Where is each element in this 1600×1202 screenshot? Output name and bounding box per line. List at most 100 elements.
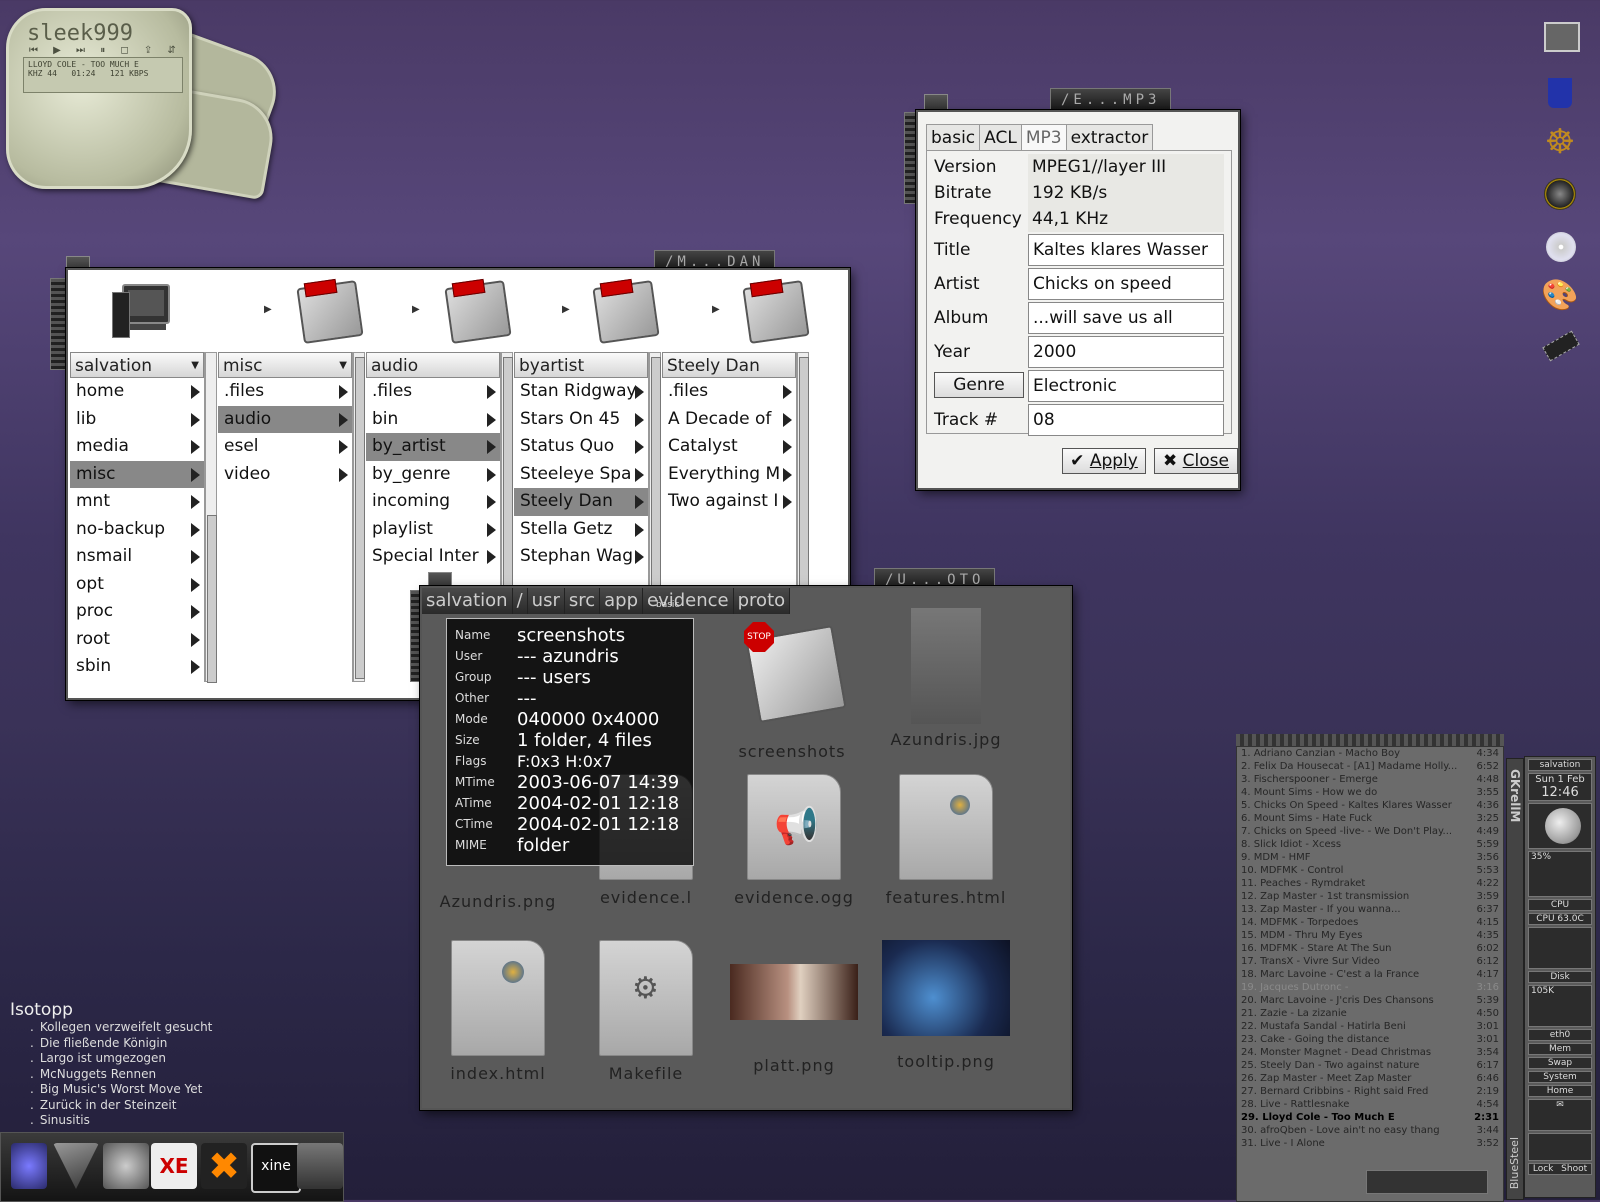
- column-item[interactable]: media: [70, 433, 204, 461]
- playlist-row[interactable]: 10. MDFMK - Control 5:53: [1237, 864, 1503, 877]
- playlist-row[interactable]: 26. Zap Master - Meet Zap Master 6:46: [1237, 1072, 1503, 1085]
- xine-icon[interactable]: xine: [251, 1143, 301, 1193]
- crumb[interactable]: salvation: [422, 588, 513, 614]
- column-scrollbar[interactable]: [205, 352, 217, 683]
- ship-wheel-icon[interactable]: ☸: [1540, 122, 1580, 162]
- playlist-row[interactable]: 23. Cake - Going the distance 3:01: [1237, 1033, 1503, 1046]
- playlist-row[interactable]: 20. Marc Lavoine - J'cris Des Chansons 5:…: [1237, 994, 1503, 1007]
- news-item[interactable]: Big Music's Worst Move Yet: [30, 1082, 212, 1098]
- column-item[interactable]: nsmail: [70, 543, 204, 571]
- album-field[interactable]: ...will save us all: [1028, 302, 1224, 334]
- column-header-dropdown[interactable]: salvation ▼: [70, 352, 204, 378]
- playlist-row[interactable]: 6. Mount Sims - Hate Fuck 3:25: [1237, 812, 1503, 825]
- tab-acl[interactable]: ACL: [979, 124, 1022, 151]
- chat-icon[interactable]: ✖: [201, 1143, 247, 1189]
- column-item[interactable]: home: [70, 378, 204, 406]
- column-item[interactable]: esel: [218, 433, 352, 461]
- playlist-row[interactable]: 2. Felix Da Housecat - [A1] Madame Holly…: [1237, 760, 1503, 773]
- playlist-row[interactable]: 19. Jacques Dutronc - 3:16: [1237, 981, 1503, 994]
- volume-meters[interactable]: [1528, 1133, 1592, 1161]
- crumb[interactable]: src: [564, 588, 601, 614]
- news-item[interactable]: McNuggets Rennen: [30, 1067, 212, 1083]
- file-item[interactable]: tooltip.png: [876, 940, 1016, 1071]
- playlist-row[interactable]: 5. Chicks On Speed - Kaltes Klares Wasse…: [1237, 799, 1503, 812]
- file-item[interactable]: ⚙ Makefile: [576, 940, 716, 1083]
- crumb[interactable]: usr: [527, 588, 565, 614]
- vim-icon[interactable]: [53, 1143, 99, 1189]
- column-item[interactable]: audio: [218, 405, 352, 433]
- playlist-row[interactable]: 28. Live - Rattlesnake 4:54: [1237, 1098, 1503, 1111]
- genre-field[interactable]: Electronic: [1028, 370, 1224, 402]
- column-item[interactable]: playlist: [366, 516, 500, 544]
- column-item[interactable]: Stella Getz: [514, 516, 648, 544]
- genre-button[interactable]: Genre: [934, 372, 1024, 398]
- folder-icon[interactable]: [742, 280, 810, 344]
- file-item[interactable]: 📢 evidence.ogg: [724, 774, 864, 907]
- folder-icon[interactable]: [592, 280, 660, 344]
- lock-button[interactable]: Lock: [1533, 1164, 1554, 1174]
- coffee-mug-icon[interactable]: [1540, 72, 1580, 112]
- column-item[interactable]: mnt: [70, 488, 204, 516]
- playlist-row[interactable]: 17. TransX - Vivre Sur Video 6:12: [1237, 955, 1503, 968]
- column-item[interactable]: Status Quo: [514, 433, 648, 461]
- column-item[interactable]: misc: [70, 460, 204, 488]
- news-item[interactable]: Sinusitis: [30, 1113, 212, 1129]
- column-item[interactable]: bin: [366, 406, 500, 434]
- year-field[interactable]: 2000: [1028, 336, 1224, 368]
- home-filesystem[interactable]: Home: [1528, 1085, 1592, 1097]
- monitor-icon[interactable]: [1540, 18, 1580, 58]
- column-item[interactable]: opt: [70, 571, 204, 599]
- gimp-icon[interactable]: [103, 1143, 149, 1189]
- track-field[interactable]: 08: [1028, 404, 1224, 436]
- playlist-row[interactable]: 11. Peaches - Rymdraket 4:22: [1237, 877, 1503, 890]
- playlist-controls[interactable]: [1366, 1170, 1488, 1194]
- column-item[interactable]: Everything M: [662, 461, 796, 489]
- mp3-title-tab[interactable]: /E...MP3: [1050, 88, 1172, 112]
- column-item[interactable]: by_artist: [366, 433, 500, 461]
- column-item[interactable]: proc: [70, 598, 204, 626]
- playlist-row[interactable]: 3. Fischerspooner - Emerge 4:48: [1237, 773, 1503, 786]
- playlist-row[interactable]: 18. Marc Lavoine - C'est a la France 4:17: [1237, 968, 1503, 981]
- cd-icon[interactable]: [1540, 226, 1580, 266]
- news-item[interactable]: Zurück in der Steinzeit: [30, 1098, 212, 1114]
- system-filesystem[interactable]: System: [1528, 1071, 1592, 1083]
- crumb[interactable]: /: [512, 588, 528, 614]
- column-item[interactable]: Stars On 45: [514, 406, 648, 434]
- app-launcher-icon[interactable]: [11, 1143, 47, 1189]
- file-item[interactable]: platt.png: [724, 964, 864, 1075]
- column-item[interactable]: .files: [218, 378, 352, 406]
- column-item[interactable]: Steeleye Spa: [514, 461, 648, 489]
- column-scrollbar[interactable]: [353, 352, 365, 682]
- playlist-titlebar[interactable]: [1236, 734, 1504, 746]
- dropdown-arrow-icon[interactable]: ▼: [339, 353, 347, 379]
- playlist-row[interactable]: 16. MDFMK - Stare At The Sun 6:02: [1237, 942, 1503, 955]
- playlist-row[interactable]: 30. afroQben - Love ain't no easy thang 3…: [1237, 1124, 1503, 1137]
- column-item[interactable]: .files: [366, 378, 500, 406]
- column-item[interactable]: .files: [662, 378, 796, 406]
- playlist-row[interactable]: 4. Mount Sims - How we do 3:55: [1237, 786, 1503, 799]
- title-field[interactable]: Kaltes klares Wasser: [1028, 234, 1224, 266]
- news-item[interactable]: Kollegen verzweifelt gesucht: [30, 1020, 213, 1036]
- playlist-row[interactable]: 13. Zap Master - If you wanna... 6:37: [1237, 903, 1503, 916]
- file-item[interactable]: index.html: [428, 940, 568, 1083]
- playlist-row[interactable]: 29. Lloyd Cole - Too Much E 2:31: [1237, 1111, 1503, 1124]
- playlist-row[interactable]: 22. Mustafa Sandal - Hatirla Beni 3:01: [1237, 1020, 1503, 1033]
- playlist-row[interactable]: 12. Zap Master - 1st transmission 3:59: [1237, 890, 1503, 903]
- column-item[interactable]: Stan Ridgway: [514, 378, 648, 406]
- close-button[interactable]: ✖ Close: [1154, 448, 1238, 474]
- shoot-button[interactable]: Shoot: [1561, 1164, 1587, 1174]
- file-item[interactable]: features.html: [876, 774, 1016, 907]
- tab-extractor[interactable]: extractor: [1065, 124, 1154, 151]
- dropdown-arrow-icon[interactable]: ▼: [191, 353, 199, 379]
- speaker-icon[interactable]: [1540, 174, 1580, 214]
- crumb[interactable]: app: [600, 588, 644, 614]
- column-item[interactable]: lib: [70, 406, 204, 434]
- playlist-row[interactable]: 7. Chicks on Speed -live- - We Don't Pla…: [1237, 825, 1503, 838]
- column-item[interactable]: Stephan Wag: [514, 543, 648, 571]
- tab-mp3[interactable]: MP3: [1020, 124, 1067, 151]
- column-item[interactable]: incoming: [366, 488, 500, 516]
- palette-icon[interactable]: 🎨: [1540, 276, 1580, 316]
- terminal-icon[interactable]: [297, 1143, 343, 1189]
- file-item[interactable]: STOP screenshots: [722, 622, 862, 761]
- playlist-row[interactable]: 25. Steely Dan - Two against nature 6:17: [1237, 1059, 1503, 1072]
